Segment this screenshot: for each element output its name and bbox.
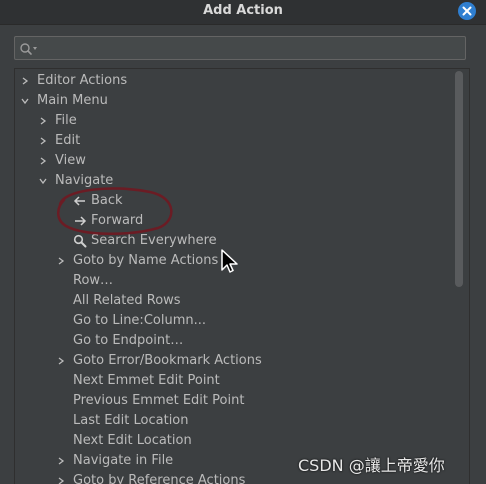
tree-item[interactable]: Edit [15, 131, 455, 151]
tree-item-label: Go to Line:Column... [73, 313, 206, 328]
tree-item-label: Navigate in File [73, 453, 174, 468]
chevron-right-icon[interactable] [39, 137, 47, 145]
tree-item-label: Previous Emmet Edit Point [73, 393, 245, 408]
chevron-right-icon[interactable] [57, 257, 65, 265]
tree-item-label: Go to Endpoint… [73, 333, 184, 348]
chevron-right-icon[interactable] [39, 117, 47, 125]
close-icon [462, 6, 472, 16]
tree-item-label: Editor Actions [37, 73, 128, 88]
tree-item[interactable]: Next Edit Location [15, 431, 455, 451]
tree-item[interactable]: Editor Actions [15, 71, 455, 91]
chevron-right-icon[interactable] [57, 477, 65, 484]
tree-item-label: Goto Error/Bookmark Actions [73, 353, 262, 368]
tree-item[interactable]: Main Menu [15, 91, 455, 111]
search-field[interactable] [14, 36, 466, 60]
chevron-right-icon[interactable] [39, 157, 47, 165]
action-tree[interactable]: Editor Actions Main Menu File Edit View Navig… [14, 68, 470, 484]
tree-item-label: Next Emmet Edit Point [73, 373, 220, 388]
add-action-dialog: Add Action Editor Actions Main Menu File Ed… [0, 0, 486, 484]
tree-item-label: Navigate [55, 173, 114, 188]
tree-item[interactable]: Go to Line:Column... [15, 311, 455, 331]
tree-item[interactable]: Goto Error/Bookmark Actions [15, 351, 455, 371]
tree-item[interactable]: File [15, 111, 455, 131]
vertical-scrollbar[interactable] [455, 71, 463, 287]
tree-item-label: Row… [73, 273, 114, 288]
tree-item-label: Goto by Name Actions [73, 253, 219, 268]
chevron-down-icon[interactable] [21, 97, 29, 105]
search-input[interactable] [41, 39, 463, 59]
arrow-left-icon [73, 196, 85, 206]
tree-item[interactable]: Go to Endpoint… [15, 331, 455, 351]
tree-item[interactable]: View [15, 151, 455, 171]
tree-item-label: Last Edit Location [73, 413, 189, 428]
tree-item[interactable]: Forward [15, 211, 455, 231]
tree-item[interactable]: Navigate [15, 171, 455, 191]
tree-item-label: Edit [55, 133, 81, 148]
tree-item-label: Main Menu [37, 93, 108, 108]
chevron-right-icon[interactable] [57, 357, 65, 365]
close-button[interactable] [458, 2, 476, 20]
tree-item-label: File [55, 113, 77, 128]
tree-item-label: View [55, 153, 86, 168]
tree-item-label: Goto by Reference Actions [73, 473, 246, 484]
tree-item-label: Back [91, 193, 123, 208]
watermark-text: CSDN @讓上帝愛你 [298, 456, 445, 475]
title-bar: Add Action [0, 0, 486, 25]
tree-item[interactable]: All Related Rows [15, 291, 455, 311]
tree-item[interactable]: Next Emmet Edit Point [15, 371, 455, 391]
tree-item[interactable]: Previous Emmet Edit Point [15, 391, 455, 411]
tree-item[interactable]: Row… [15, 271, 455, 291]
dialog-title: Add Action [203, 3, 283, 18]
chevron-right-icon[interactable] [21, 77, 29, 85]
tree-item-label: All Related Rows [73, 293, 181, 308]
chevron-right-icon[interactable] [57, 457, 65, 465]
mouse-pointer-icon [221, 249, 238, 273]
search-icon [20, 43, 37, 55]
search-icon [73, 234, 87, 248]
tree-item-label: Next Edit Location [73, 433, 192, 448]
tree-item[interactable]: Last Edit Location [15, 411, 455, 431]
tree-item-label: Forward [91, 213, 144, 228]
chevron-down-icon[interactable] [39, 177, 47, 185]
arrow-right-icon [75, 216, 87, 226]
tree-item[interactable]: Back [15, 191, 455, 211]
tree-item-label: Search Everywhere [91, 233, 217, 248]
